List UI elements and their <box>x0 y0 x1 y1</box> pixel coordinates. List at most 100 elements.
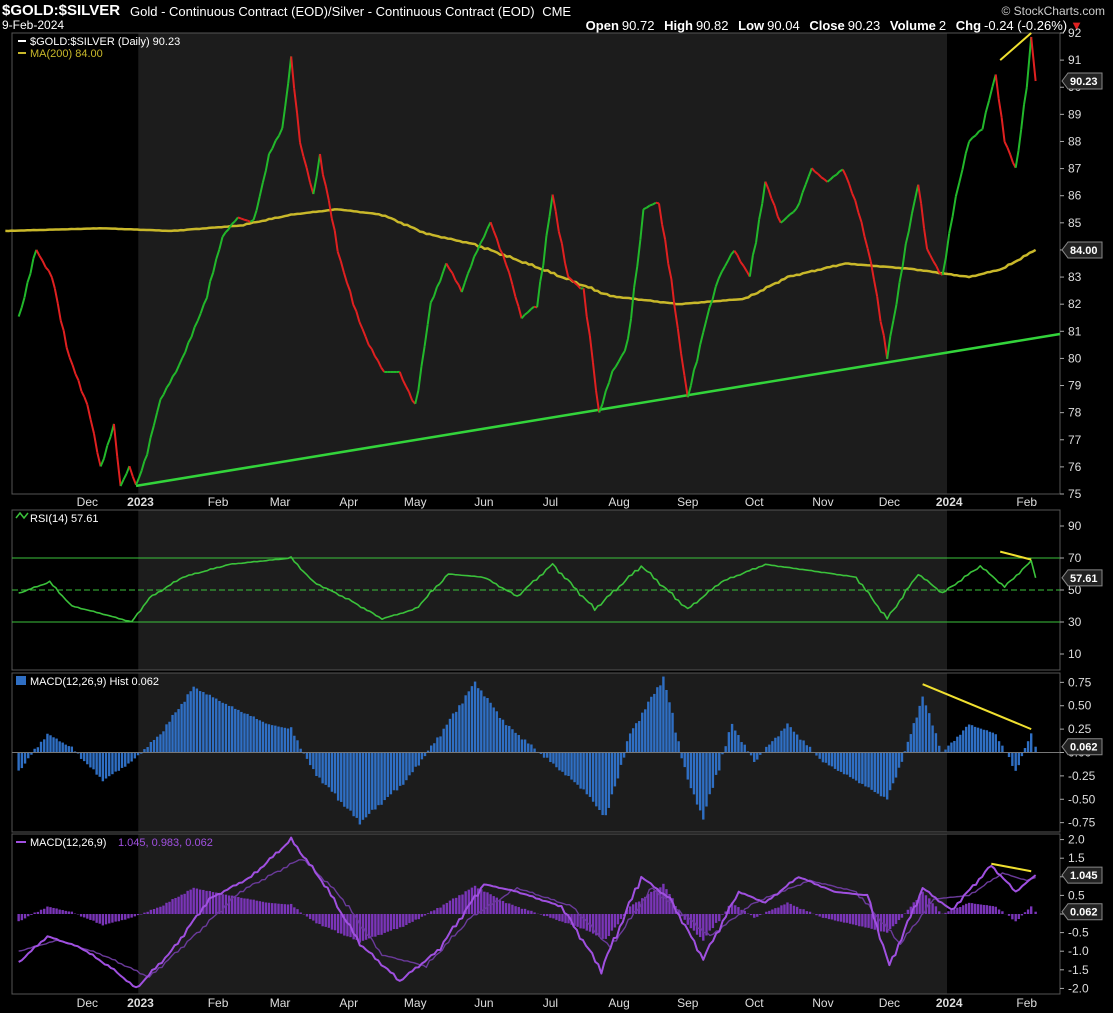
macd-panel-hist-bar <box>944 912 947 914</box>
macd-panel-hist-bar <box>208 891 211 914</box>
macd-hist-bar <box>95 752 98 775</box>
macd-last-tag: 1.045 <box>1070 870 1098 882</box>
macd-hist-bar <box>183 701 186 753</box>
macd-panel-hist-bar <box>582 914 585 929</box>
macd-hist-bar <box>774 737 777 753</box>
macd-hist-bar <box>305 752 309 759</box>
macd-hist-bar <box>267 724 271 753</box>
macd-panel-hist-bar <box>549 914 552 918</box>
macd-hist-bar <box>156 736 159 753</box>
macd-panel-hist-bar <box>127 914 130 919</box>
macd-panel-hist-bar <box>842 914 846 923</box>
macd-panel-hist-bar <box>411 914 414 922</box>
macd-panel-hist-bar <box>315 914 318 924</box>
macd-hist-bar <box>808 746 812 753</box>
macd-hist-bar <box>802 740 805 753</box>
macd-hist-bar <box>953 740 956 753</box>
macd-hist-bar <box>861 752 864 784</box>
x-tick-label-1-12: Dec <box>879 996 900 1010</box>
macd-hist-bar <box>501 719 505 753</box>
macd-panel-hist-bar <box>98 914 101 924</box>
macd-hist-bar <box>662 676 665 753</box>
macd-hist-bar <box>461 703 464 753</box>
macd-hist-bar <box>346 752 349 809</box>
macd-hist-bar <box>928 713 931 753</box>
macd-hist-bar <box>950 742 953 753</box>
macd-panel-hist-bar <box>714 914 718 923</box>
x-tick-label-0-10: Oct <box>745 495 764 509</box>
macd-panel-hist-bar <box>947 911 950 914</box>
macd-hist-bar <box>833 752 837 769</box>
macd-panel-hist-bar <box>774 908 777 914</box>
macd-hist-bar <box>511 729 514 753</box>
macd-panel-hist-bar <box>523 908 527 914</box>
x-tick-label-1-6: Jun <box>474 996 493 1010</box>
macd-hist-bar <box>1023 748 1027 753</box>
macd-hist-bar <box>924 705 928 753</box>
macd-panel-hist-bar <box>252 899 255 914</box>
macd-hist-bar <box>108 752 111 777</box>
macd-hist-bar <box>740 742 743 753</box>
macd-panel-hist-bar <box>120 914 124 921</box>
macd-hist-bar <box>327 752 331 788</box>
macd-hist-bar <box>689 752 693 789</box>
x-tick-label-1-7: Jul <box>543 996 558 1010</box>
macd-hist-bar <box>768 744 771 753</box>
ytick-label-price-3: 78 <box>1068 406 1082 420</box>
macd-hist-bar <box>186 694 189 753</box>
macd-hist-bar <box>321 752 324 784</box>
macd-panel-hist-bar <box>380 914 383 935</box>
macd-hist-bar <box>962 730 965 753</box>
macd-panel-hist-bar <box>293 907 296 914</box>
x-tick-label-1-14: Feb <box>1016 996 1037 1010</box>
macd-panel-hist-bar <box>959 906 962 914</box>
macd-hist-bar <box>734 730 737 753</box>
macd-panel-hist-bar <box>721 914 724 915</box>
macd-hist-bar <box>495 711 498 753</box>
macd-hist-bar <box>737 735 740 753</box>
macd-hist-bar <box>208 694 211 753</box>
macd-hist-bar <box>558 752 561 771</box>
macd-hist-bar <box>231 706 234 753</box>
macd-panel-hist-bar <box>650 891 653 914</box>
macd-hist-bar <box>205 694 208 753</box>
ytick-label-rsi-1: 30 <box>1068 615 1082 629</box>
macd-hist-bar <box>395 752 399 791</box>
macd-hist-bar <box>358 752 362 825</box>
macd-panel-hist-bar <box>756 914 759 917</box>
macd-hist-bar <box>177 709 180 753</box>
macd-hist-bar <box>873 752 876 793</box>
macd-hist-bar <box>398 752 402 786</box>
ytick-label-price-0: 75 <box>1068 487 1082 501</box>
macd-panel-hist-bar <box>448 900 452 914</box>
macd-hist-bar <box>143 749 146 753</box>
ytick-label-price-17: 92 <box>1068 26 1082 40</box>
macd-hist-bar <box>330 752 334 792</box>
macd-panel-hist-bar <box>982 904 986 914</box>
macd-panel-hist-bar <box>436 907 439 914</box>
macd-panel-hist-bar <box>267 902 271 914</box>
x-tick-label-0-6: Jun <box>474 495 493 509</box>
macd-hist-bar <box>280 727 283 753</box>
macd-hist-bar <box>124 752 127 767</box>
macd-panel-hist-bar <box>799 908 802 914</box>
macd-panel-hist-bar <box>156 907 159 914</box>
macd-panel-hist-bar <box>848 914 852 924</box>
macd-hist-bar <box>598 752 601 811</box>
macd-panel-hist-bar <box>833 914 837 921</box>
macd-panel-hist-bar <box>789 903 792 914</box>
macd-hist-bar <box>189 691 192 753</box>
macd-hist-bar <box>514 732 517 753</box>
macd-panel-hist-bar <box>508 903 511 914</box>
macd-panel-hist-bar <box>58 909 61 914</box>
macd-hist-bar <box>70 746 74 753</box>
macd-hist-bar <box>336 752 340 801</box>
macd-panel-hist-bar <box>33 912 36 914</box>
macd-hist-bar <box>994 734 997 753</box>
macd-hist-bar <box>680 752 683 759</box>
macd-panel-hist-bar <box>274 903 277 914</box>
macd-hist-bar <box>180 703 183 753</box>
macd-hist-bar <box>900 752 904 762</box>
macd-hist-bar <box>604 752 607 816</box>
macd-hist-bar <box>255 719 258 753</box>
